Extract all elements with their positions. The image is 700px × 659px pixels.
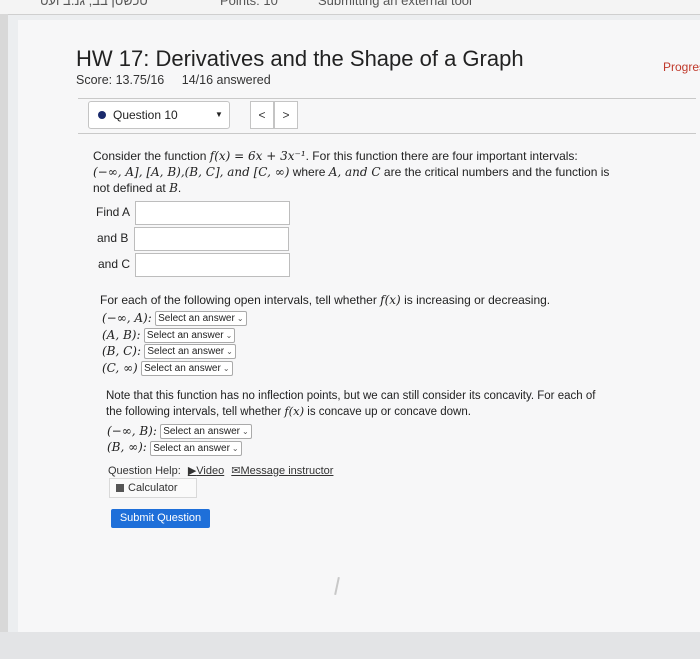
select-text: Select an answer (158, 313, 235, 325)
calculator-button[interactable]: Calculator (109, 478, 197, 498)
inc-dec-list: (−∞, A): Select an answer ⌄ (A, B): Selec… (102, 310, 247, 376)
inc-dec-text-2: is increasing or decreasing. (400, 293, 551, 307)
find-a-label: Find A (96, 205, 131, 219)
concavity-text-3: is concave up or concave down. (304, 406, 471, 418)
interval-row: (A, B): Select an answer ⌄ (102, 327, 247, 344)
inc-dec-select-4[interactable]: Select an answer ⌄ (141, 360, 233, 376)
monitor-bezel (0, 632, 700, 659)
next-question-button[interactable]: > (274, 101, 298, 129)
chevron-down-icon: ⌄ (241, 427, 249, 437)
select-text: Select an answer (147, 346, 225, 358)
video-link-text: Video (196, 465, 225, 477)
question-nav-bar: Question 10 ▼ < > (78, 98, 696, 134)
intro-text-1: Consider the function (93, 149, 210, 163)
interval-row: (B, C): Select an answer ⌄ (102, 343, 247, 360)
interval-row: (−∞, A): Select an answer ⌄ (102, 310, 247, 327)
concavity-prompt: Note that this function has no inflectio… (106, 389, 626, 420)
video-link[interactable]: ▶Video (188, 465, 224, 477)
tab-external-tool[interactable]: Submitting an external tool (318, 0, 472, 8)
question-status-dot-icon (98, 111, 106, 119)
message-instructor-link[interactable]: ✉Message instructor (231, 465, 333, 477)
answer-b-input[interactable] (134, 227, 289, 251)
concavity-select-1[interactable]: Select an answer ⌄ (160, 424, 252, 440)
answer-a-input[interactable] (135, 201, 290, 225)
question-select[interactable]: Question 10 ▼ (88, 101, 230, 129)
interval-label: (A, B): (102, 327, 141, 342)
var-b: B (169, 181, 178, 195)
concavity-text-2: the following intervals, tell whether (106, 406, 285, 418)
score-text: Score: 13.75/16 (76, 73, 165, 87)
interval-label: (−∞, B): (107, 424, 157, 438)
tab-points[interactable]: Points: 10 (220, 0, 278, 8)
intro-text-4: are the critical numbers and the functio… (380, 165, 610, 179)
submit-question-button[interactable]: Submit Question (111, 509, 210, 528)
inc-dec-prompt: For each of the following open intervals… (100, 292, 550, 308)
calculator-icon (116, 484, 124, 492)
concavity-list: (−∞, B): Select an answer ⌄ (B, ∞): Selec… (107, 423, 252, 456)
fx-symbol: f(x) (284, 404, 305, 418)
function-expression: f(x) = 6x + 3x⁻¹ (209, 149, 306, 163)
browser-tab-strip: טכשטן בב, גנ.ב ועט Points: 10 Submitting… (0, 0, 700, 15)
progress-link[interactable]: Progres (663, 60, 700, 74)
answer-c-input[interactable] (135, 253, 290, 277)
score-line: Score: 13.75/16 14/16 answered (76, 73, 285, 87)
inc-dec-text-1: For each of the following open intervals… (100, 293, 381, 307)
concavity-row: (B, ∞): Select an answer ⌄ (107, 439, 252, 456)
help-label: Question Help: (108, 465, 181, 477)
intro-text-5: not defined at (93, 181, 170, 195)
chevron-down-icon: ⌄ (236, 314, 244, 324)
concavity-select-2[interactable]: Select an answer ⌄ (150, 440, 242, 456)
select-text: Select an answer (163, 426, 240, 438)
concavity-row: (−∞, B): Select an answer ⌄ (107, 423, 252, 440)
screen-edge (0, 14, 8, 634)
select-text: Select an answer (153, 442, 230, 454)
envelope-icon: ✉ (231, 465, 241, 477)
inc-dec-select-1[interactable]: Select an answer ⌄ (155, 311, 247, 327)
inc-dec-select-2[interactable]: Select an answer ⌄ (143, 327, 236, 343)
tab-1[interactable]: טכשטן בב, גנ.ב ועט (40, 0, 148, 8)
answered-count: 14/16 answered (181, 73, 271, 87)
find-b-label: and B (97, 231, 129, 245)
question-select-label: Question 10 (113, 108, 178, 122)
interval-label: (−∞, A): (102, 311, 152, 325)
interval-label: (B, C): (102, 344, 142, 358)
homework-page: HW 17: Derivatives and the Shape of a Gr… (18, 20, 700, 632)
critical-vars: A, and C (328, 165, 381, 179)
page-title: HW 17: Derivatives and the Shape of a Gr… (76, 46, 524, 71)
message-link-text: Message instructor (240, 465, 334, 477)
chevron-down-icon: ⌄ (226, 347, 233, 357)
intro-text-3: where (289, 165, 329, 179)
concavity-text-1: Note that this function has no inflectio… (106, 390, 596, 402)
question-help: Question Help: ▶Video ✉Message instructo… (108, 464, 333, 477)
select-text: Select an answer (146, 329, 224, 341)
select-text: Select an answer (144, 362, 221, 374)
find-c-label: and C (98, 257, 131, 271)
chevron-down-icon: ⌄ (225, 330, 233, 340)
intervals-expression: (−∞, A], [A, B),(B, C], and [C, ∞) (93, 165, 290, 179)
calculator-label: Calculator (128, 482, 178, 494)
question-intro: Consider the function f(x) = 6x + 3x⁻¹. … (93, 148, 653, 196)
chevron-down-icon: ⌄ (231, 443, 239, 453)
dropdown-caret-icon: ▼ (215, 110, 223, 119)
chevron-down-icon: ⌄ (222, 363, 230, 373)
previous-question-button[interactable]: < (250, 101, 274, 129)
interval-label: (C, ∞) (102, 360, 138, 375)
interval-label: (B, ∞): (107, 440, 147, 455)
intro-text-2: . For this function there are four impor… (305, 149, 578, 163)
interval-row: (C, ∞) Select an answer ⌄ (102, 360, 247, 377)
intro-period: . (177, 181, 182, 195)
screen-glare (334, 576, 340, 596)
fx-symbol: f(x) (380, 293, 401, 307)
inc-dec-select-3[interactable]: Select an answer ⌄ (144, 344, 236, 360)
